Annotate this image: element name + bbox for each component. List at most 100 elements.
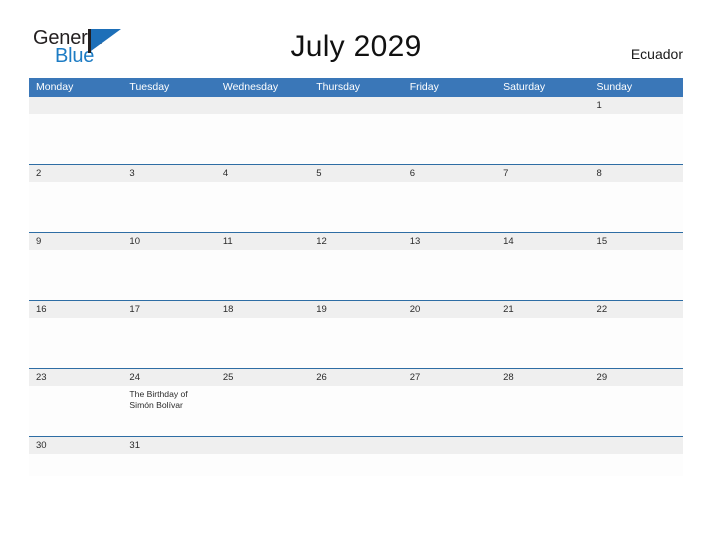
- day-number[interactable]: 7: [496, 165, 589, 182]
- day-number[interactable]: 30: [29, 437, 122, 454]
- day-number[interactable]: 19: [309, 301, 402, 318]
- weekday-header-monday: Monday: [36, 81, 74, 93]
- day-number[interactable]: 4: [216, 165, 309, 182]
- week-row: 9 10 11 12 13 14 15: [29, 233, 683, 301]
- day-number[interactable]: [309, 97, 402, 114]
- day-number[interactable]: [216, 437, 309, 454]
- day-event-cell[interactable]: [122, 250, 215, 300]
- day-number[interactable]: 8: [590, 165, 683, 182]
- day-number[interactable]: 29: [590, 369, 683, 386]
- day-event-cell[interactable]: [216, 114, 309, 164]
- day-event-cell[interactable]: [309, 182, 402, 232]
- day-number[interactable]: 5: [309, 165, 402, 182]
- day-event-cell[interactable]: [216, 318, 309, 368]
- day-event-cell[interactable]: [590, 182, 683, 232]
- day-event-cell[interactable]: [29, 386, 122, 436]
- day-number[interactable]: 12: [309, 233, 402, 250]
- week-event-band: [29, 318, 683, 368]
- week-event-band: [29, 182, 683, 232]
- day-event-cell[interactable]: [216, 250, 309, 300]
- week-date-band: 1: [29, 97, 683, 114]
- day-event-cell[interactable]: [309, 386, 402, 436]
- day-event-cell[interactable]: [29, 250, 122, 300]
- day-number[interactable]: 27: [403, 369, 496, 386]
- day-number[interactable]: 11: [216, 233, 309, 250]
- day-number[interactable]: 24: [122, 369, 215, 386]
- day-event-cell[interactable]: [216, 386, 309, 436]
- day-event-cell[interactable]: [29, 182, 122, 232]
- day-event-cell[interactable]: [496, 454, 589, 476]
- day-event-cell[interactable]: [496, 182, 589, 232]
- day-number[interactable]: 22: [590, 301, 683, 318]
- day-event-cell[interactable]: [29, 454, 122, 476]
- day-number[interactable]: [403, 97, 496, 114]
- day-event-cell[interactable]: [496, 318, 589, 368]
- day-number[interactable]: 2: [29, 165, 122, 182]
- day-event-cell[interactable]: [496, 250, 589, 300]
- week-date-band: 23 24 25 26 27 28 29: [29, 369, 683, 386]
- weekday-header-row: Monday Tuesday Wednesday Thursday Friday…: [29, 78, 683, 97]
- day-event-cell[interactable]: [309, 250, 402, 300]
- weekday-header-sunday: Sunday: [596, 81, 633, 93]
- week-event-band: The Birthday of Simón Bolívar: [29, 386, 683, 436]
- day-event-cell[interactable]: [403, 386, 496, 436]
- day-number[interactable]: 6: [403, 165, 496, 182]
- day-event-cell[interactable]: [29, 114, 122, 164]
- day-number[interactable]: 16: [29, 301, 122, 318]
- week-row: 23 24 25 26 27 28 29 The Birthday of Sim…: [29, 369, 683, 437]
- day-event-cell[interactable]: [590, 454, 683, 476]
- week-date-band: 16 17 18 19 20 21 22: [29, 301, 683, 318]
- day-event-cell[interactable]: [403, 454, 496, 476]
- day-event-cell[interactable]: The Birthday of Simón Bolívar: [122, 386, 215, 436]
- day-event-cell[interactable]: [403, 318, 496, 368]
- day-event-cell[interactable]: [309, 318, 402, 368]
- day-number[interactable]: 14: [496, 233, 589, 250]
- day-number[interactable]: 21: [496, 301, 589, 318]
- day-number[interactable]: [590, 437, 683, 454]
- day-number[interactable]: 17: [122, 301, 215, 318]
- day-event-cell[interactable]: [590, 250, 683, 300]
- day-number[interactable]: 28: [496, 369, 589, 386]
- day-number[interactable]: 26: [309, 369, 402, 386]
- day-event-cell[interactable]: [403, 250, 496, 300]
- day-event-cell[interactable]: [496, 114, 589, 164]
- day-event-cell[interactable]: [29, 318, 122, 368]
- day-number[interactable]: 31: [122, 437, 215, 454]
- week-event-band: [29, 454, 683, 476]
- weekday-header-wednesday: Wednesday: [222, 81, 279, 93]
- day-number[interactable]: 18: [216, 301, 309, 318]
- day-number[interactable]: 3: [122, 165, 215, 182]
- day-event-cell[interactable]: [496, 386, 589, 436]
- day-event-cell[interactable]: [403, 114, 496, 164]
- day-number[interactable]: 9: [29, 233, 122, 250]
- day-number[interactable]: 20: [403, 301, 496, 318]
- day-number[interactable]: 13: [403, 233, 496, 250]
- week-event-band: [29, 114, 683, 164]
- day-number[interactable]: 23: [29, 369, 122, 386]
- day-event-cell[interactable]: [309, 454, 402, 476]
- day-number[interactable]: [496, 437, 589, 454]
- day-number[interactable]: [216, 97, 309, 114]
- day-number[interactable]: [496, 97, 589, 114]
- day-number[interactable]: 25: [216, 369, 309, 386]
- day-number[interactable]: 1: [590, 97, 683, 114]
- day-event-cell[interactable]: [590, 386, 683, 436]
- day-number[interactable]: 15: [590, 233, 683, 250]
- day-event-cell[interactable]: [122, 318, 215, 368]
- day-number[interactable]: 10: [122, 233, 215, 250]
- day-event-cell[interactable]: [122, 454, 215, 476]
- day-event-cell[interactable]: [216, 454, 309, 476]
- weekday-header-friday: Friday: [409, 81, 439, 93]
- day-event-cell[interactable]: [590, 114, 683, 164]
- day-number[interactable]: [122, 97, 215, 114]
- day-number[interactable]: [309, 437, 402, 454]
- day-event-cell[interactable]: [590, 318, 683, 368]
- day-number[interactable]: [403, 437, 496, 454]
- day-number[interactable]: [29, 97, 122, 114]
- page-title: July 2029: [290, 30, 422, 63]
- day-event-cell[interactable]: [216, 182, 309, 232]
- day-event-cell[interactable]: [309, 114, 402, 164]
- day-event-cell[interactable]: [122, 182, 215, 232]
- day-event-cell[interactable]: [403, 182, 496, 232]
- day-event-cell[interactable]: [122, 114, 215, 164]
